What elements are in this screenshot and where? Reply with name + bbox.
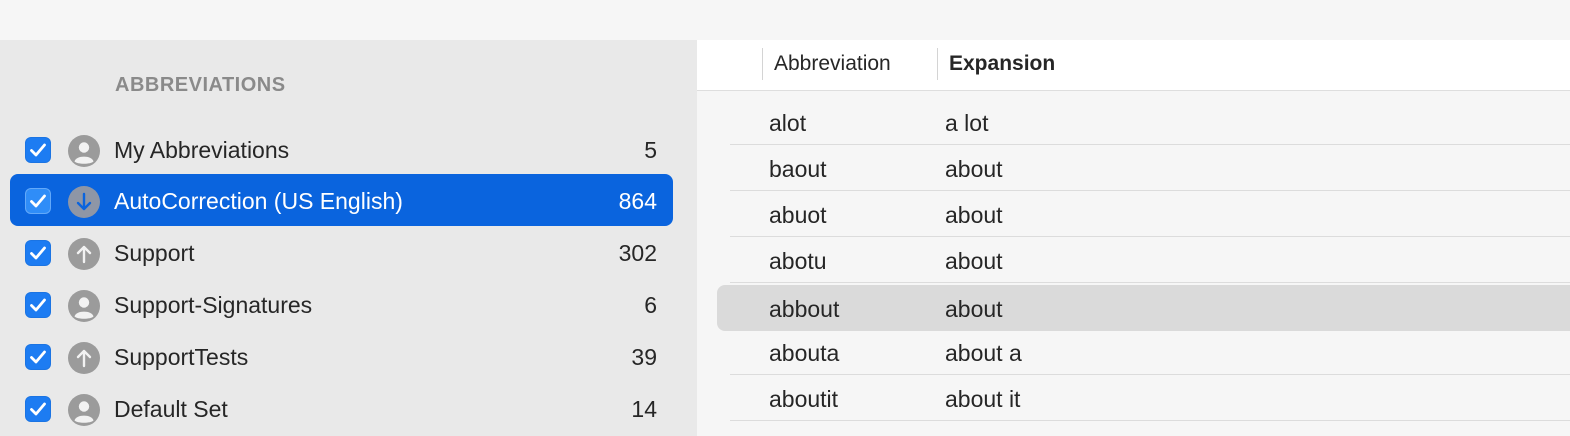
checkbox[interactable] (25, 188, 51, 214)
table-row[interactable]: baout about (717, 145, 1570, 191)
checkbox[interactable] (25, 396, 51, 422)
checkmark-icon (30, 298, 46, 312)
column-header-expansion[interactable]: Expansion (949, 52, 1055, 76)
cell-abbreviation: abotu (769, 248, 827, 274)
sidebar-item-count: 14 (631, 396, 657, 422)
upload-arrow-icon (68, 238, 100, 270)
sidebar-item-autocorrection[interactable]: AutoCorrection (US English) 864 (10, 174, 673, 226)
sidebar-item-label: SupportTests (114, 344, 249, 370)
sidebar-item-supporttests[interactable]: SupportTests 39 (10, 330, 673, 382)
sidebar-item-label: AutoCorrection (US English) (114, 188, 403, 214)
cell-expansion: about (945, 248, 1003, 274)
checkmark-icon (30, 350, 46, 364)
abbreviation-sets-sidebar: ABBREVIATIONS My Abbreviations 5 AutoCor… (0, 40, 697, 436)
cell-abbreviation: baout (769, 156, 827, 182)
cell-expansion: about a (945, 340, 1022, 366)
table-row-highlighted[interactable]: abbout about (717, 285, 1570, 331)
column-separator[interactable] (937, 48, 938, 80)
checkbox[interactable] (25, 137, 51, 163)
sidebar-item-count: 864 (618, 188, 657, 214)
table-row[interactable]: aboutit about it (717, 375, 1570, 421)
sidebar-item-count: 302 (618, 240, 657, 266)
checkmark-icon (30, 246, 46, 260)
abbreviations-table: Abbreviation Expansion alot a lot baout … (697, 40, 1570, 436)
cell-expansion: about (945, 296, 1003, 322)
cell-abbreviation: abouta (769, 340, 840, 366)
row-divider (730, 282, 1570, 283)
checkmark-icon (30, 402, 46, 416)
checkbox[interactable] (25, 292, 51, 318)
cell-abbreviation: alot (769, 110, 807, 136)
table-header: Abbreviation Expansion (697, 40, 1570, 91)
sidebar-item-my-abbreviations[interactable]: My Abbreviations 5 (10, 123, 673, 175)
checkmark-icon (30, 143, 46, 157)
table-row[interactable]: abuot about (717, 191, 1570, 237)
sidebar-item-label: Support (114, 240, 195, 266)
cell-abbreviation: abuot (769, 202, 827, 228)
sidebar-item-label: Default Set (114, 396, 228, 422)
checkbox[interactable] (25, 344, 51, 370)
sidebar-item-support-signatures[interactable]: Support-Signatures 6 (10, 278, 673, 330)
person-icon (68, 135, 100, 167)
column-separator[interactable] (762, 48, 763, 80)
cell-expansion: about (945, 202, 1003, 228)
row-divider (730, 420, 1570, 421)
table-row[interactable]: alot a lot (717, 99, 1570, 145)
person-icon (68, 290, 100, 322)
checkbox[interactable] (25, 240, 51, 266)
cell-abbreviation: abbout (769, 296, 840, 322)
upload-arrow-icon (68, 342, 100, 374)
sidebar-item-count: 6 (644, 292, 657, 318)
window-toolbar (0, 0, 1570, 40)
checkmark-icon (30, 194, 46, 208)
sidebar-item-label: Support-Signatures (114, 292, 313, 318)
table-row[interactable]: abotu about (717, 237, 1570, 283)
download-arrow-icon (68, 186, 100, 218)
person-icon (68, 394, 100, 426)
cell-expansion: about it (945, 386, 1021, 412)
sidebar-item-count: 39 (631, 344, 657, 370)
table-row[interactable]: abouta about a (717, 329, 1570, 375)
cell-abbreviation: aboutit (769, 386, 839, 412)
sidebar-item-count: 5 (644, 137, 657, 163)
cell-expansion: a lot (945, 110, 989, 136)
section-header: ABBREVIATIONS (115, 74, 286, 96)
sidebar-item-default-set[interactable]: Default Set 14 (10, 382, 673, 434)
sidebar-item-label: My Abbreviations (114, 137, 290, 163)
sidebar-item-support[interactable]: Support 302 (10, 226, 673, 278)
column-header-abbreviation[interactable]: Abbreviation (774, 52, 891, 76)
cell-expansion: about (945, 156, 1003, 182)
